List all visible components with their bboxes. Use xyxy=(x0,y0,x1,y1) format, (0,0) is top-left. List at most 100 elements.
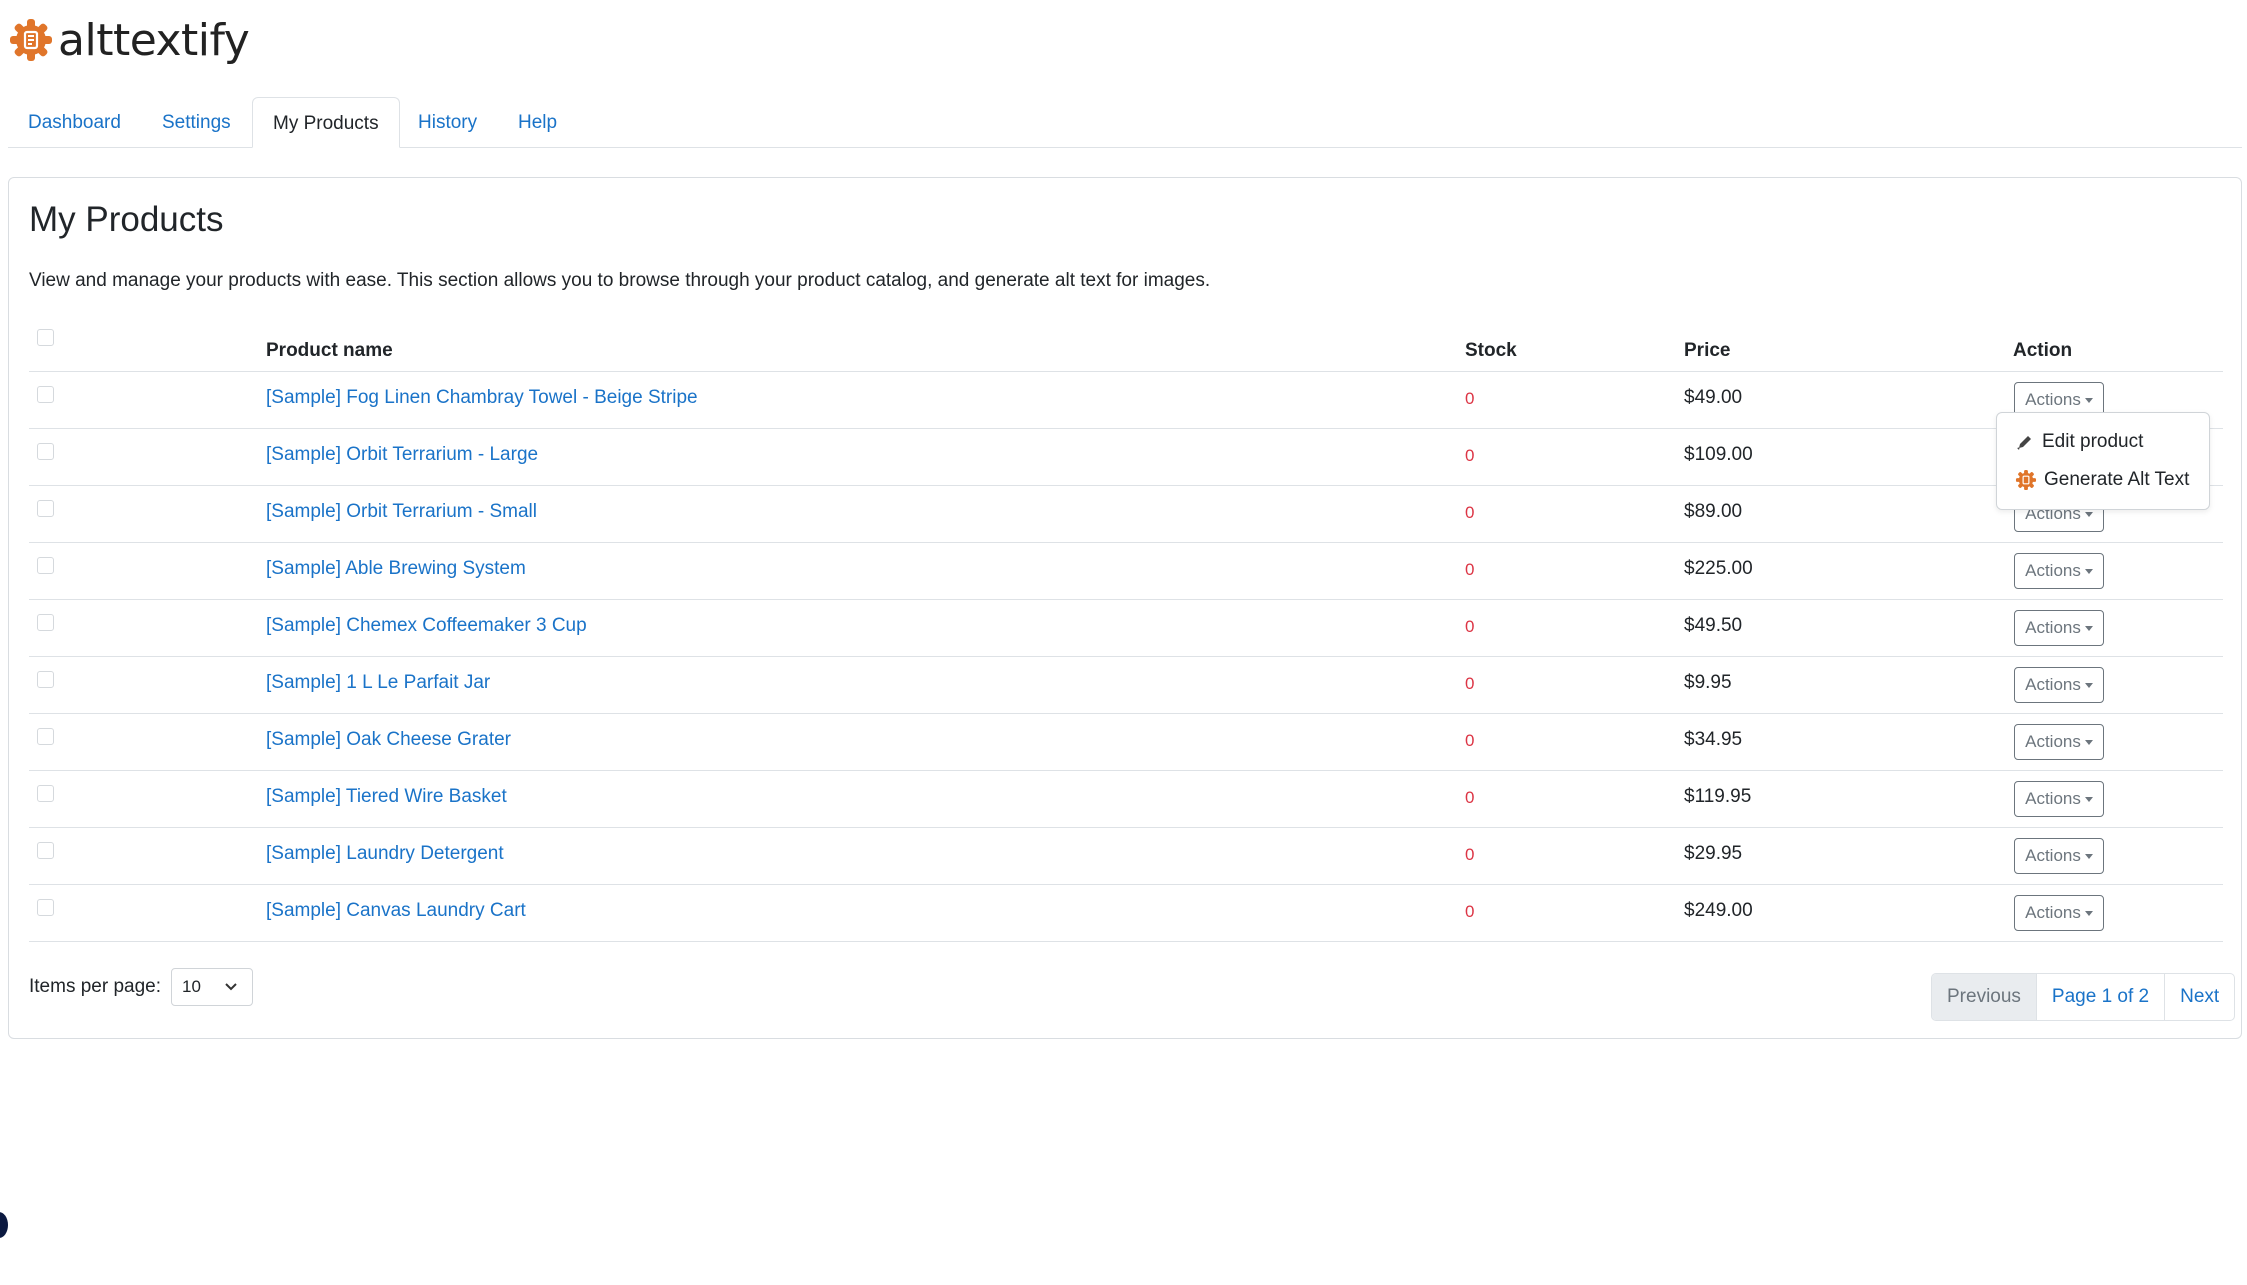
product-name-link[interactable]: [Sample] Tiered Wire Basket xyxy=(266,786,507,808)
price-value: $225.00 xyxy=(1684,558,1753,579)
table-row: [Sample] Able Brewing System 0 $225.00 A… xyxy=(29,543,2223,600)
alttextify-gear-icon xyxy=(10,19,52,61)
header-stock: Stock xyxy=(1465,340,1517,361)
actions-button[interactable]: Actions xyxy=(2014,610,2104,646)
table-row: [Sample] Oak Cheese Grater 0 $34.95 Acti… xyxy=(29,714,2223,771)
alttextify-gear-icon xyxy=(2015,469,2037,491)
next-page-button[interactable]: Next xyxy=(2164,974,2234,1020)
actions-button-label: Actions xyxy=(2025,903,2081,922)
tab-dashboard[interactable]: Dashboard xyxy=(8,97,141,147)
row-checkbox[interactable] xyxy=(37,842,54,859)
product-name-link[interactable]: [Sample] Laundry Detergent xyxy=(266,843,504,865)
actions-button-label: Actions xyxy=(2025,561,2081,580)
stock-value: 0 xyxy=(1465,845,1475,864)
price-value: $9.95 xyxy=(1684,672,1732,693)
products-table: Product name Stock Price Action [Sample]… xyxy=(29,316,2223,942)
price-value: $34.95 xyxy=(1684,729,1743,750)
items-per-page: Items per page: 10 xyxy=(29,968,254,1006)
stock-value: 0 xyxy=(1465,674,1475,693)
row-checkbox[interactable] xyxy=(37,500,54,517)
stock-value: 0 xyxy=(1465,389,1475,408)
price-value: $49.00 xyxy=(1684,387,1743,408)
items-per-page-value: 10 xyxy=(182,977,201,996)
price-value: $89.00 xyxy=(1684,501,1743,522)
caret-down-icon xyxy=(2084,910,2093,916)
select-all-checkbox[interactable] xyxy=(37,329,54,346)
actions-button[interactable]: Actions xyxy=(2014,667,2104,703)
tab-help[interactable]: Help xyxy=(498,97,577,147)
edit-product-menu-item[interactable]: Edit product xyxy=(2015,427,2143,457)
actions-button-label: Actions xyxy=(2025,846,2081,865)
caret-down-icon xyxy=(2084,397,2093,403)
stock-value: 0 xyxy=(1465,503,1475,522)
table-row: [Sample] Fog Linen Chambray Towel - Beig… xyxy=(29,372,2223,429)
table-row: [Sample] Laundry Detergent 0 $29.95 Acti… xyxy=(29,828,2223,885)
page-title: My Products xyxy=(29,200,224,239)
price-value: $249.00 xyxy=(1684,900,1753,921)
product-name-link[interactable]: [Sample] Oak Cheese Grater xyxy=(266,729,511,751)
pencil-icon xyxy=(2017,436,2031,450)
stock-value: 0 xyxy=(1465,617,1475,636)
actions-button[interactable]: Actions xyxy=(2014,781,2104,817)
row-checkbox[interactable] xyxy=(37,386,54,403)
actions-button[interactable]: Actions xyxy=(2014,895,2104,931)
row-checkbox[interactable] xyxy=(37,785,54,802)
stock-value: 0 xyxy=(1465,560,1475,579)
pagination: Previous Page 1 of 2 Next xyxy=(1931,973,2236,1021)
app-logo: alttextify xyxy=(8,14,250,66)
product-name-link[interactable]: [Sample] Able Brewing System xyxy=(266,558,526,580)
product-name-link[interactable]: [Sample] 1 L Le Parfait Jar xyxy=(266,672,490,694)
table-header: Product name Stock Price Action xyxy=(29,316,2223,372)
caret-down-icon xyxy=(2084,511,2093,517)
actions-button-label: Actions xyxy=(2025,618,2081,637)
table-row: [Sample] Chemex Coffeemaker 3 Cup 0 $49.… xyxy=(29,600,2223,657)
actions-button[interactable]: Actions xyxy=(2014,724,2104,760)
page-info[interactable]: Page 1 of 2 xyxy=(2035,974,2164,1020)
page-description: View and manage your products with ease.… xyxy=(29,270,1211,291)
table-row: [Sample] Orbit Terrarium - Large 0 $109.… xyxy=(29,429,2223,486)
row-checkbox[interactable] xyxy=(37,614,54,631)
price-value: $119.95 xyxy=(1684,786,1752,807)
actions-dropdown-menu: Edit product Generate Alt Text xyxy=(1996,412,2210,510)
tab-my-products[interactable]: My Products xyxy=(252,97,400,148)
tab-settings[interactable]: Settings xyxy=(142,97,251,147)
chevron-down-icon xyxy=(225,983,237,991)
row-checkbox[interactable] xyxy=(37,443,54,460)
row-checkbox[interactable] xyxy=(37,899,54,916)
product-name-link[interactable]: [Sample] Chemex Coffeemaker 3 Cup xyxy=(266,615,587,637)
generate-alt-text-label: Generate Alt Text xyxy=(2044,469,2190,490)
chat-widget-button[interactable] xyxy=(0,1212,8,1238)
actions-button[interactable]: Actions xyxy=(2014,553,2104,589)
row-checkbox[interactable] xyxy=(37,557,54,574)
product-name-link[interactable]: [Sample] Orbit Terrarium - Small xyxy=(266,501,537,523)
header-product-name: Product name xyxy=(266,340,393,361)
items-per-page-label: Items per page: xyxy=(29,976,162,997)
actions-button-label: Actions xyxy=(2025,789,2081,808)
generate-alt-text-menu-item[interactable]: Generate Alt Text xyxy=(2015,465,2189,495)
product-name-link[interactable]: [Sample] Fog Linen Chambray Towel - Beig… xyxy=(266,387,698,409)
app-name: alttextify xyxy=(58,14,250,66)
actions-button-label: Actions xyxy=(2025,732,2081,751)
edit-product-label: Edit product xyxy=(2042,431,2144,452)
product-name-link[interactable]: [Sample] Canvas Laundry Cart xyxy=(266,900,526,922)
tab-history[interactable]: History xyxy=(398,97,497,147)
items-per-page-select[interactable]: 10 xyxy=(171,968,254,1006)
product-name-link[interactable]: [Sample] Orbit Terrarium - Large xyxy=(266,444,538,466)
row-checkbox[interactable] xyxy=(37,728,54,745)
caret-down-icon xyxy=(2084,853,2093,859)
row-checkbox[interactable] xyxy=(37,671,54,688)
actions-button[interactable]: Actions xyxy=(2014,838,2104,874)
previous-page-button[interactable]: Previous xyxy=(1932,974,2036,1020)
actions-button-label: Actions xyxy=(2025,675,2081,694)
table-row: [Sample] 1 L Le Parfait Jar 0 $9.95 Acti… xyxy=(29,657,2223,714)
stock-value: 0 xyxy=(1465,902,1475,921)
table-row: [Sample] Tiered Wire Basket 0 $119.95 Ac… xyxy=(29,771,2223,828)
products-card: My Products View and manage your product… xyxy=(8,177,2242,1039)
table-row: [Sample] Canvas Laundry Cart 0 $249.00 A… xyxy=(29,885,2223,942)
stock-value: 0 xyxy=(1465,788,1475,807)
header-action: Action xyxy=(2013,340,2073,361)
header-price: Price xyxy=(1684,340,1731,361)
caret-down-icon xyxy=(2084,625,2093,631)
caret-down-icon xyxy=(2084,682,2093,688)
stock-value: 0 xyxy=(1465,731,1475,750)
